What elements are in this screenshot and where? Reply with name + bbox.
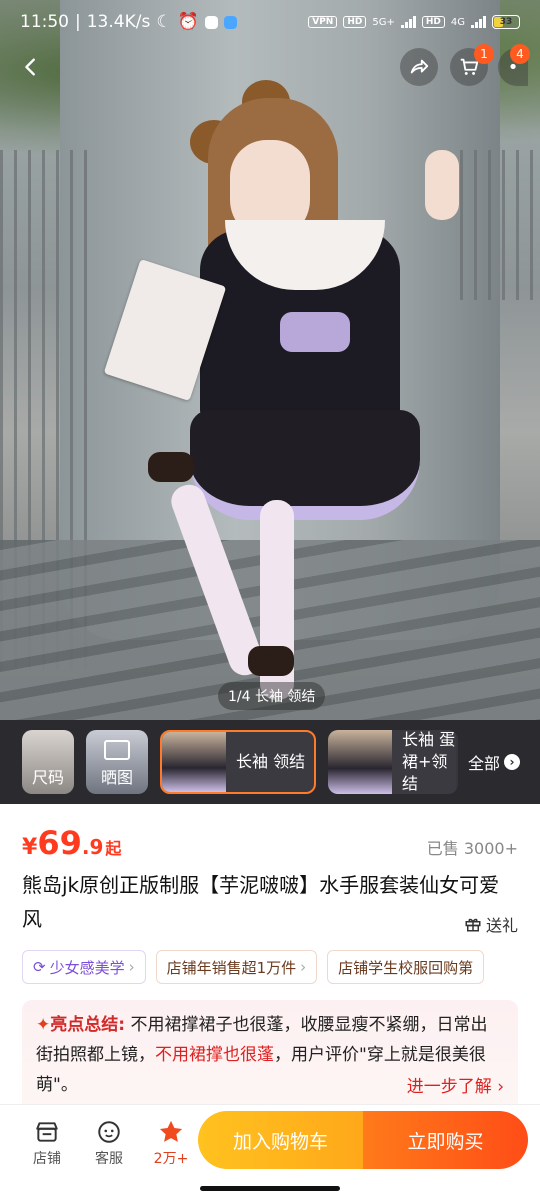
thumb-label: 长袖 蛋 裙+领结 [402,730,456,793]
tag-label: 店铺学生校服回购第 [338,958,474,977]
hd-badge-2: HD [421,16,445,28]
status-time: 11:50 [20,12,69,32]
home-indicator[interactable] [200,1186,340,1191]
cart-button[interactable]: 1 [450,44,494,86]
chat-face-icon [95,1118,123,1146]
chevron-left-icon [25,58,35,76]
peace-sign-hand [425,150,459,220]
image-icon [104,740,130,760]
shop-icon [33,1118,61,1146]
shoe-right [248,646,294,676]
chevron-right-icon: › [497,1077,504,1097]
thumb-label: 晒图 [100,768,133,787]
shop-label: 店铺 [33,1150,61,1167]
price-decimal: .9 [81,835,104,859]
sparkle-icon: ⟳ [33,958,46,976]
product-photo[interactable] [0,0,540,720]
thumb-buyer-photos[interactable]: 晒图 [86,730,148,794]
shoe-left [148,452,194,482]
thumb-variant-selected[interactable]: 长袖 领结 [160,730,316,794]
bottom-action-bar: 店铺 客服 2万+ 加入购物车 立即购买 [0,1104,540,1180]
favorite-button[interactable]: 2万+ [140,1118,202,1168]
tag-sales[interactable]: 店铺年销售超1万件 › [155,950,318,984]
app-notification-icon [204,15,218,29]
price-currency: ¥ [22,835,38,860]
learn-more-link[interactable]: 进一步了解 › [407,1072,504,1102]
thumb-label: 长袖 领结 [236,752,306,771]
chevron-right-icon: › [504,754,520,770]
share-button[interactable] [400,48,438,86]
gallery-counter: 1/4 长袖 领结 [218,682,326,710]
signal-icon-2 [471,16,486,28]
learn-more-label: 进一步了解 [406,1077,492,1097]
thumb-image [328,730,392,794]
customer-service-button[interactable]: 客服 [78,1118,140,1168]
purchase-buttons: 加入购物车 立即购买 [198,1111,528,1169]
highlight-title: 亮点总结: [50,1015,126,1035]
vpn-badge: VPN [308,16,338,28]
ruffled-skirt [190,410,420,520]
network-5g-label: 5G+ [372,16,395,28]
more-button[interactable]: • 4 [498,44,530,86]
back-button[interactable] [12,48,50,86]
add-to-cart-button[interactable]: 加入购物车 [198,1111,363,1169]
star-icon [157,1118,185,1146]
lavender-bow [280,312,350,352]
status-net-speed: 13.4K/s [86,12,151,32]
thumb-image [162,732,226,792]
price-integer: 69 [37,824,82,862]
battery-level: 33 [499,17,513,27]
tag-repurchase[interactable]: 店铺学生校服回购第 [327,950,485,984]
product-info: ¥ 69 .9 起 已售 3000+ 熊岛jk原创正版制服【芋泥啵啵】水手服套装… [0,804,540,1112]
price-suffix: 起 [105,839,122,858]
thumb-variant[interactable]: 长袖 蛋 裙+领结 [328,730,458,794]
chevron-right-icon: › [128,958,135,976]
tag-label: 店铺年销售超1万件 [166,958,297,977]
ai-sparkle-icon: ✦ [36,1015,51,1035]
status-bar: 11:50 | 13.4K/s ☾ ⏰ VPN HD 5G+ HD 4G 33 [0,0,540,44]
view-all-button[interactable]: 全部 › [456,720,540,804]
app-notification-icon-2 [223,15,237,29]
price: ¥ 69 .9 起 [22,824,121,862]
gift-button[interactable]: 送礼 [464,912,518,936]
thumb-size-chart[interactable]: 尺码 [22,730,74,794]
highlight-summary[interactable]: ✦亮点总结: 不用裙撑裙子也很蓬，收腰显瘦不紧绷，日常出街拍照都上镜，不用裙撑也… [22,1000,518,1112]
more-badge: 4 [510,44,530,64]
chevron-right-icon: › [300,958,307,976]
status-divider: | [75,12,81,32]
hd-badge: HD [343,16,367,28]
gift-icon [465,918,481,932]
gift-label: 送礼 [485,916,518,935]
shop-button[interactable]: 店铺 [16,1118,78,1168]
tag-style[interactable]: ⟳ 少女感美学 › [22,950,146,984]
background-railing-right [460,150,540,300]
thumb-label: 尺码 [31,768,64,787]
view-all-label: 全部 [467,754,500,773]
gallery-thumbnail-strip[interactable]: 尺码 晒图 长袖 领结 长袖 蛋 裙+领结 全部 › [0,720,540,804]
model-figure [103,80,470,700]
product-title[interactable]: 熊岛jk原创正版制服【芋泥啵啵】水手服套装仙女可爱风 [22,868,502,936]
buy-now-button[interactable]: 立即购买 [363,1111,528,1169]
battery-icon: 33 [492,15,520,29]
tag-label: 少女感美学 [49,958,125,977]
service-label: 客服 [95,1150,123,1167]
signal-icon [400,16,416,28]
tag-row: ⟳ 少女感美学 › 店铺年销售超1万件 › 店铺学生校服回购第 [22,950,540,984]
share-icon [410,59,429,74]
favorite-count: 2万+ [153,1150,189,1167]
network-4g-label: 4G [450,16,465,28]
alarm-icon: ⏰ [177,12,199,32]
moon-icon: ☾ [156,12,172,32]
highlight-emphasis: 不用裙撑也很蓬 [155,1045,274,1065]
sold-count: 已售 3000+ [426,839,518,858]
cart-badge: 1 [474,44,494,64]
